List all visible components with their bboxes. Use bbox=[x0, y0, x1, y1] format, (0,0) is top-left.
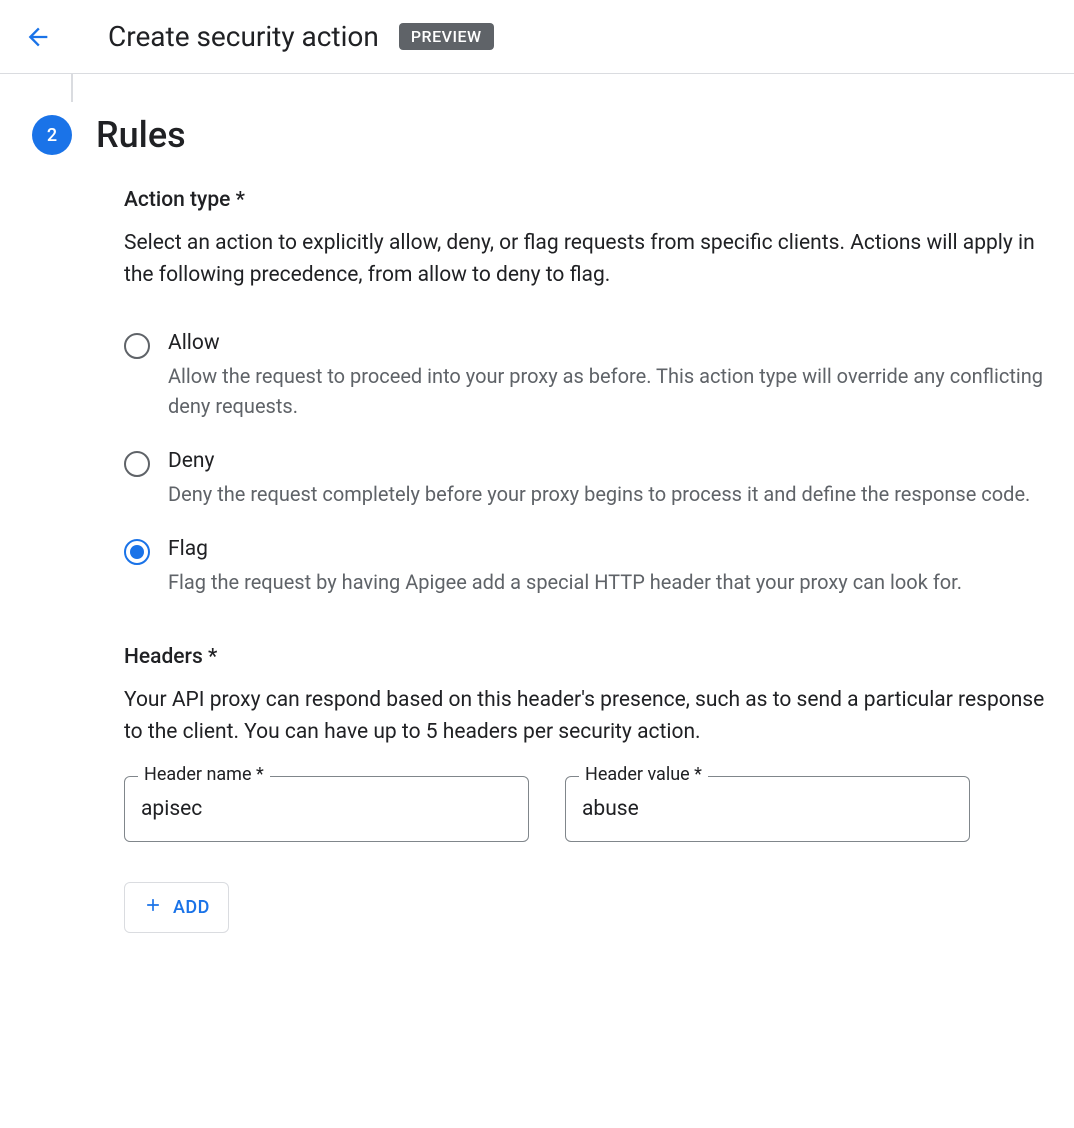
page-title: Create security action bbox=[108, 20, 379, 53]
step-title: Rules bbox=[96, 114, 186, 156]
action-type-description: Select an action to explicitly allow, de… bbox=[124, 228, 1050, 291]
header-name-label: Header name * bbox=[138, 764, 270, 785]
page-header: Create security action PREVIEW bbox=[0, 0, 1074, 74]
header-value-input[interactable] bbox=[565, 776, 970, 842]
header-value-wrapper: Header value * bbox=[565, 776, 970, 842]
back-arrow-icon[interactable] bbox=[24, 23, 52, 51]
header-value-label: Header value * bbox=[579, 764, 708, 785]
radio-description-allow: Allow the request to proceed into your p… bbox=[168, 361, 1050, 421]
plus-icon bbox=[143, 895, 163, 920]
step-connector-line bbox=[71, 74, 73, 102]
radio-label-flag: Flag bbox=[168, 537, 1050, 561]
action-type-label: Action type * bbox=[124, 188, 1050, 212]
radio-option-deny[interactable]: Deny Deny the request completely before … bbox=[124, 449, 1050, 509]
step-number-badge: 2 bbox=[32, 115, 72, 155]
radio-icon bbox=[124, 539, 150, 565]
add-button-label: ADD bbox=[173, 897, 210, 918]
radio-description-flag: Flag the request by having Apigee add a … bbox=[168, 567, 1050, 597]
radio-label-allow: Allow bbox=[168, 331, 1050, 355]
radio-option-allow[interactable]: Allow Allow the request to proceed into … bbox=[124, 331, 1050, 421]
radio-icon bbox=[124, 333, 150, 359]
headers-section: Headers * Your API proxy can respond bas… bbox=[124, 645, 1050, 933]
step-body: Action type * Select an action to explic… bbox=[124, 188, 1050, 933]
radio-description-deny: Deny the request completely before your … bbox=[168, 479, 1050, 509]
action-type-radio-group: Allow Allow the request to proceed into … bbox=[124, 331, 1050, 597]
headers-description: Your API proxy can respond based on this… bbox=[124, 685, 1050, 748]
header-input-row: Header name * Header value * bbox=[124, 776, 1050, 842]
radio-option-flag[interactable]: Flag Flag the request by having Apigee a… bbox=[124, 537, 1050, 597]
add-header-button[interactable]: ADD bbox=[124, 882, 229, 933]
content: 2 Rules Action type * Select an action t… bbox=[0, 74, 1074, 973]
step-header: 2 Rules bbox=[24, 114, 1050, 156]
radio-icon bbox=[124, 451, 150, 477]
preview-badge: PREVIEW bbox=[399, 23, 494, 50]
header-name-wrapper: Header name * bbox=[124, 776, 529, 842]
radio-label-deny: Deny bbox=[168, 449, 1050, 473]
headers-label: Headers * bbox=[124, 645, 1050, 669]
header-name-input[interactable] bbox=[124, 776, 529, 842]
